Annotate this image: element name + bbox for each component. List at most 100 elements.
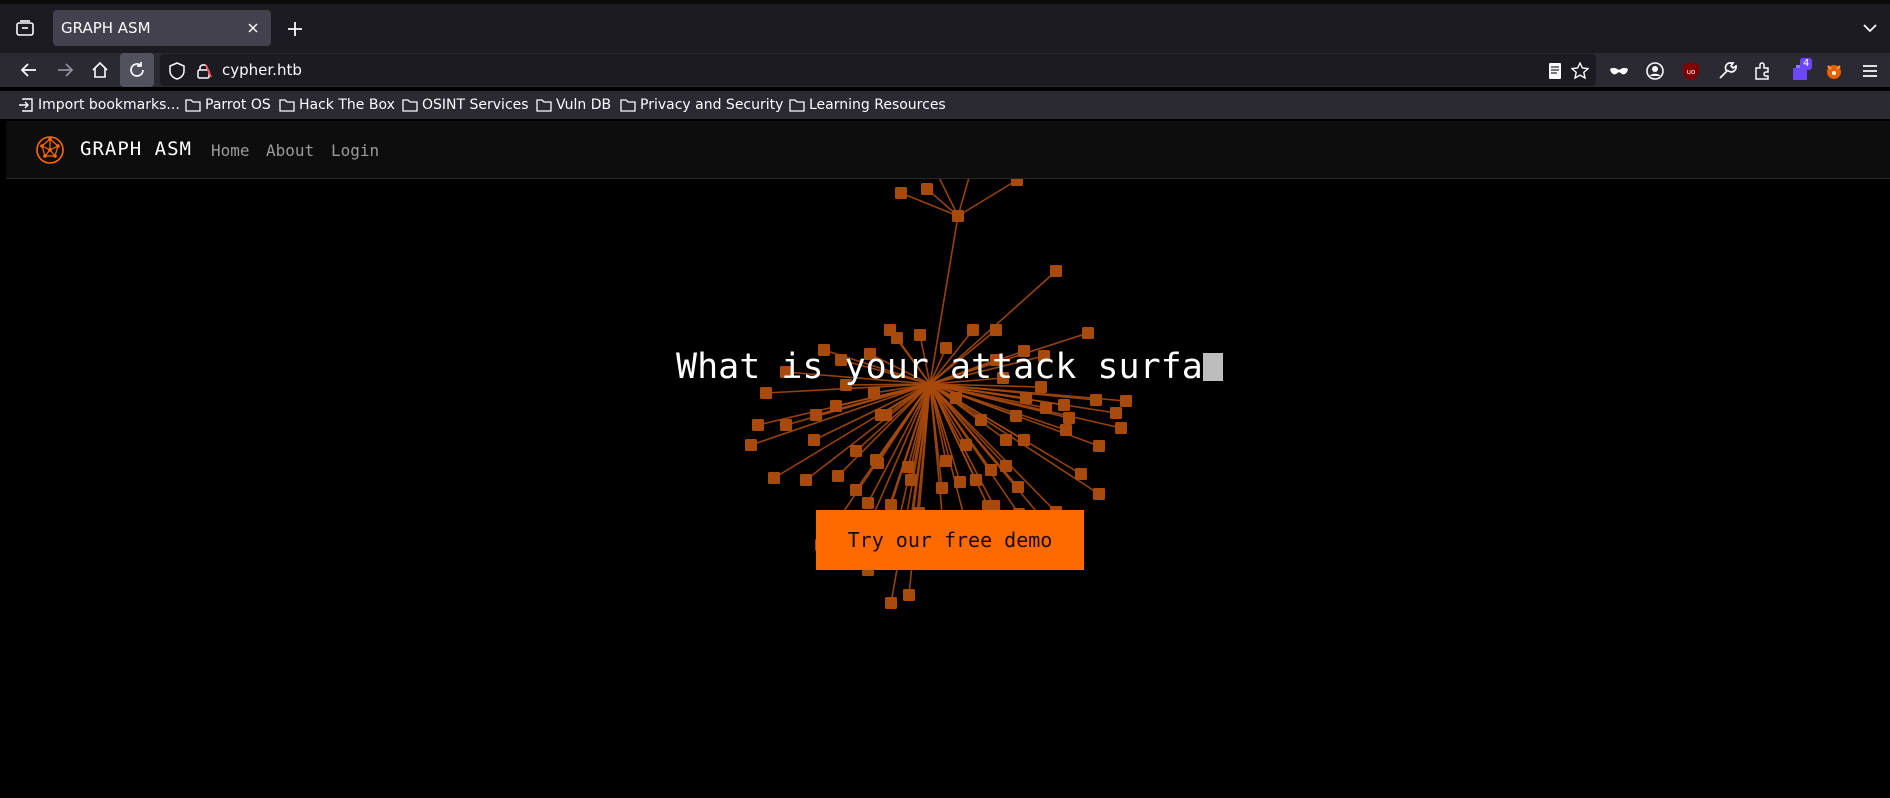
bookmarks-toolbar: Import bookmarks... Parrot OS Hack The B… [0,91,1890,119]
url-text: cypher.htb [222,61,302,79]
folder-icon [789,99,805,112]
graph-node [1063,412,1075,424]
graph-node [1110,407,1122,419]
graph-node [870,454,882,466]
close-tab-icon[interactable] [245,20,261,36]
graph-node [880,409,892,421]
hamburger-menu-icon[interactable] [1860,61,1880,81]
chevron-down-icon[interactable] [1860,18,1880,38]
graph-node [914,329,926,341]
home-button[interactable] [83,53,117,87]
address-bar[interactable]: cypher.htb [160,54,1596,86]
graph-node [1040,402,1052,414]
browser-tab-active[interactable]: GRAPH ASM [53,10,271,46]
folder-icon [185,99,201,112]
graph-node [832,470,844,482]
bookmark-label: Privacy and Security [640,97,784,113]
tab-list-icon[interactable] [12,16,38,40]
graph-node [1010,410,1022,422]
graph-node [862,497,874,509]
graph-node [903,589,915,601]
ublock-origin-icon[interactable]: uo [1681,61,1701,81]
graph-node [1090,394,1102,406]
graph-node [1012,481,1024,493]
bookmark-folder-hack-the-box[interactable]: Hack The Box [279,95,395,115]
extensions-icon[interactable] [1753,61,1773,81]
graph-node [850,484,862,496]
bookmark-folder-osint-services[interactable]: OSINT Services [402,95,529,115]
folder-icon [402,99,418,112]
bookmark-folder-learning-resources[interactable]: Learning Resources [789,95,946,115]
graph-node [1115,422,1127,434]
graph-node [760,387,772,399]
graph-node [1018,434,1030,446]
graph-node [810,409,822,421]
graph-node [967,324,979,336]
reload-icon [130,62,144,77]
reload-button[interactable] [120,53,154,87]
headline-text: What is your attack surfa [676,347,1203,387]
bookmark-label: OSINT Services [422,97,529,113]
graph-node [954,476,966,488]
bookmark-label: Vuln DB [556,97,612,113]
private-mask-icon[interactable] [1609,61,1629,81]
graph-node [1120,395,1132,407]
window-top-edge [0,0,1890,4]
bookmark-label: Learning Resources [809,97,946,113]
extension-badge: 4 [1800,58,1813,70]
extension-with-badge[interactable]: 4 [1788,58,1814,84]
bookmark-folder-parrot-os[interactable]: Parrot OS [185,95,271,115]
typing-cursor [1202,353,1223,381]
graph-node [768,472,780,484]
bookmark-star-icon[interactable] [1571,62,1589,80]
tab-title: GRAPH ASM [61,19,151,37]
bookmark-label: Parrot OS [205,97,271,113]
try-demo-button[interactable]: Try our free demo [816,510,1084,570]
back-arrow-icon [20,63,36,77]
graph-node [990,324,1002,336]
graph-node [885,597,897,609]
wrench-icon[interactable] [1717,61,1737,81]
graph-node [1058,399,1070,411]
graph-node [950,392,962,404]
graph-node [780,419,792,431]
graph-node [868,387,880,399]
graph-edge [900,192,959,217]
graph-node [905,474,917,486]
bookmark-import[interactable]: Import bookmarks... [18,95,180,115]
nav-link-home[interactable]: Home [211,141,250,160]
import-icon [19,98,33,112]
graph-node [850,445,862,457]
graph-logo-icon[interactable] [34,134,66,166]
svg-text:uo: uo [1687,68,1696,76]
site-brand[interactable]: GRAPH ASM [80,138,192,160]
nav-link-login[interactable]: Login [331,141,379,160]
bookmark-folder-privacy-and-security[interactable]: Privacy and Security [620,95,783,115]
reader-view-icon[interactable] [1546,62,1564,80]
back-button[interactable] [12,53,46,87]
graph-node [1093,440,1105,452]
graph-node [830,400,842,412]
graph-node [985,464,997,476]
bookmark-label: Hack The Box [299,97,395,113]
graph-node [895,187,907,199]
graph-node [800,474,812,486]
graph-node [1000,460,1012,472]
nav-link-about[interactable]: About [266,141,314,160]
graph-node [902,461,914,473]
account-icon[interactable] [1645,61,1665,81]
graph-node [1075,468,1087,480]
lock-warning-icon[interactable] [195,62,213,80]
graph-node [952,210,964,222]
foxyproxy-icon[interactable] [1824,61,1844,81]
graph-node [752,419,764,431]
new-tab-icon[interactable] [283,17,307,41]
folder-icon [620,99,636,112]
shield-icon[interactable] [168,62,186,80]
forward-button[interactable] [48,53,82,87]
graph-node [1082,327,1094,339]
bookmark-folder-vuln-db[interactable]: Vuln DB [536,95,611,115]
graph-node [1000,434,1012,446]
graph-node [808,434,820,446]
folder-icon [536,99,552,112]
